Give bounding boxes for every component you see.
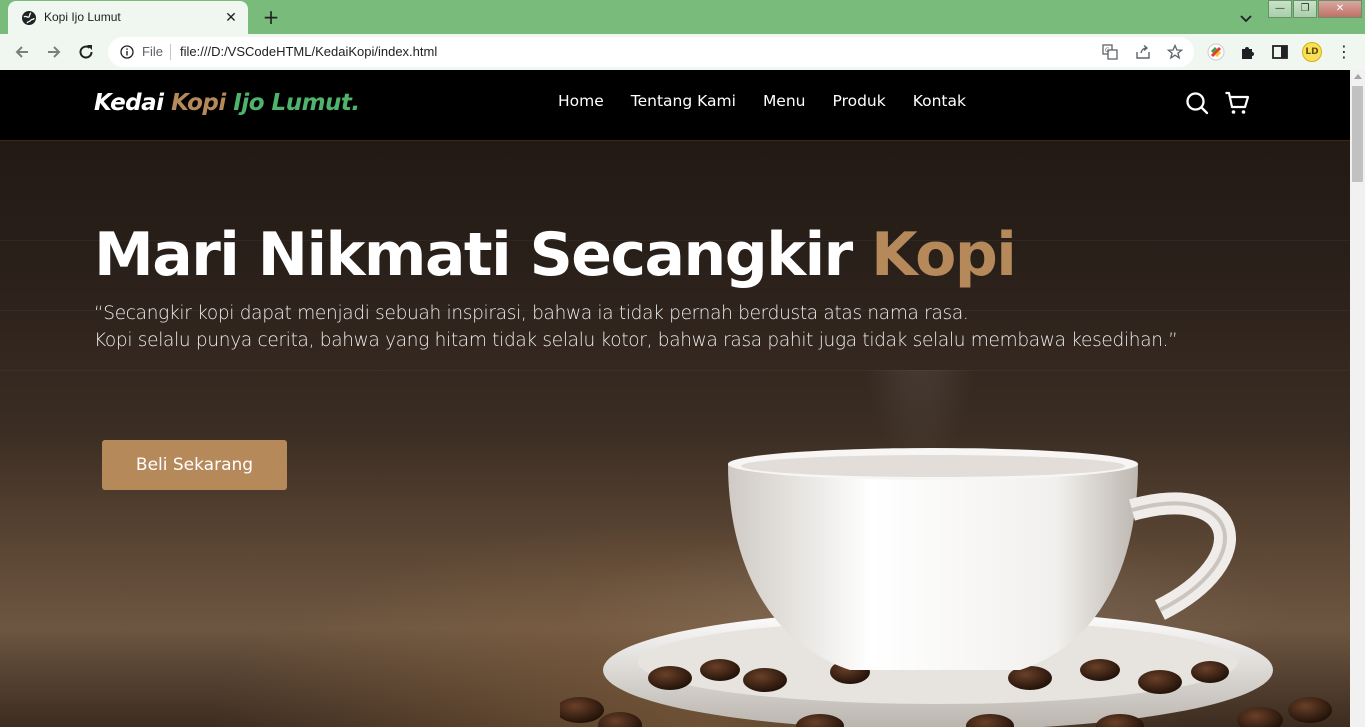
nav-tentang-kami[interactable]: Tentang Kami — [631, 92, 736, 110]
logo-part-kopi: Kopi — [171, 90, 226, 116]
nav-produk[interactable]: Produk — [833, 92, 886, 110]
translate-icon[interactable]: G — [1102, 44, 1118, 60]
quote-line-1: “Secangkir kopi dapat menjadi sebuah ins… — [94, 303, 969, 324]
browser-toolbar: File file:///D:/VSCodeHTML/KedaiKopi/ind… — [0, 34, 1365, 70]
shopping-cart-icon[interactable] — [1224, 90, 1250, 116]
search-icon[interactable] — [1184, 90, 1210, 116]
quote-line-2: Kopi selalu punya cerita, bahwa yang hit… — [94, 330, 1178, 351]
site-logo[interactable]: Kedai Kopi Ijo Lumut. — [94, 90, 360, 116]
tab-title: Kopi Ijo Lumut — [44, 10, 121, 24]
nav-home[interactable]: Home — [558, 92, 604, 110]
minimize-button[interactable]: — — [1268, 0, 1292, 18]
bookmark-star-icon[interactable] — [1167, 44, 1183, 60]
forward-arrow-icon[interactable] — [44, 42, 64, 62]
buy-now-button[interactable]: Beli Sekarang — [102, 440, 287, 490]
window-controls: — ❐ ✕ — [1268, 0, 1363, 20]
close-window-button[interactable]: ✕ — [1318, 0, 1362, 18]
nav-menu[interactable]: Menu — [763, 92, 806, 110]
hero-headline: Mari Nikmati Secangkir Kopi — [94, 220, 1017, 290]
nav-kontak[interactable]: Kontak — [913, 92, 966, 110]
close-tab-icon[interactable]: ✕ — [222, 9, 240, 27]
hero-quote: “Secangkir kopi dapat menjadi sebuah ins… — [94, 300, 1234, 354]
browser-menu-icon[interactable]: ⋮ — [1336, 42, 1352, 62]
headline-accent: Kopi — [871, 220, 1017, 290]
url-text[interactable]: file:///D:/VSCodeHTML/KedaiKopi/index.ht… — [180, 44, 437, 59]
coffee-cup-image — [560, 370, 1332, 727]
logo-part-kedai: Kedai — [94, 90, 164, 116]
restore-button[interactable]: ❐ — [1293, 0, 1317, 18]
browser-tab[interactable]: Kopi Ijo Lumut ✕ — [8, 1, 248, 34]
divider — [170, 44, 171, 60]
info-icon[interactable] — [120, 45, 134, 59]
side-panel-icon[interactable] — [1271, 43, 1289, 61]
scheme-label: File — [142, 44, 163, 59]
site-navbar: Kedai Kopi Ijo Lumut. Home Tentang Kami … — [0, 70, 1350, 141]
new-tab-button[interactable]: + — [260, 6, 282, 28]
page-viewport: Kedai Kopi Ijo Lumut. Home Tentang Kami … — [0, 70, 1350, 727]
extensions-puzzle-icon[interactable] — [1239, 43, 1257, 61]
profile-avatar[interactable]: LD — [1302, 42, 1322, 62]
headline-main: Mari Nikmati Secangkir — [94, 220, 853, 290]
scroll-up-arrow-icon[interactable] — [1354, 74, 1362, 79]
svg-text:G: G — [1105, 47, 1110, 54]
address-bar[interactable]: File file:///D:/VSCodeHTML/KedaiKopi/ind… — [108, 37, 1194, 67]
globe-icon — [22, 11, 36, 25]
main-nav: Home Tentang Kami Menu Produk Kontak — [558, 92, 993, 110]
extension-color-icon[interactable] — [1207, 43, 1225, 61]
back-arrow-icon[interactable] — [12, 42, 32, 62]
logo-part-ijo-lumut: Ijo Lumut. — [233, 90, 360, 116]
browser-tab-strip: Kopi Ijo Lumut ✕ + — ❐ ✕ — [0, 0, 1365, 34]
scrollbar-thumb[interactable] — [1352, 86, 1363, 182]
tab-search-icon[interactable] — [1236, 8, 1256, 28]
page-scrollbar[interactable] — [1350, 70, 1365, 727]
reload-icon[interactable] — [76, 42, 96, 62]
share-icon[interactable] — [1135, 44, 1151, 60]
